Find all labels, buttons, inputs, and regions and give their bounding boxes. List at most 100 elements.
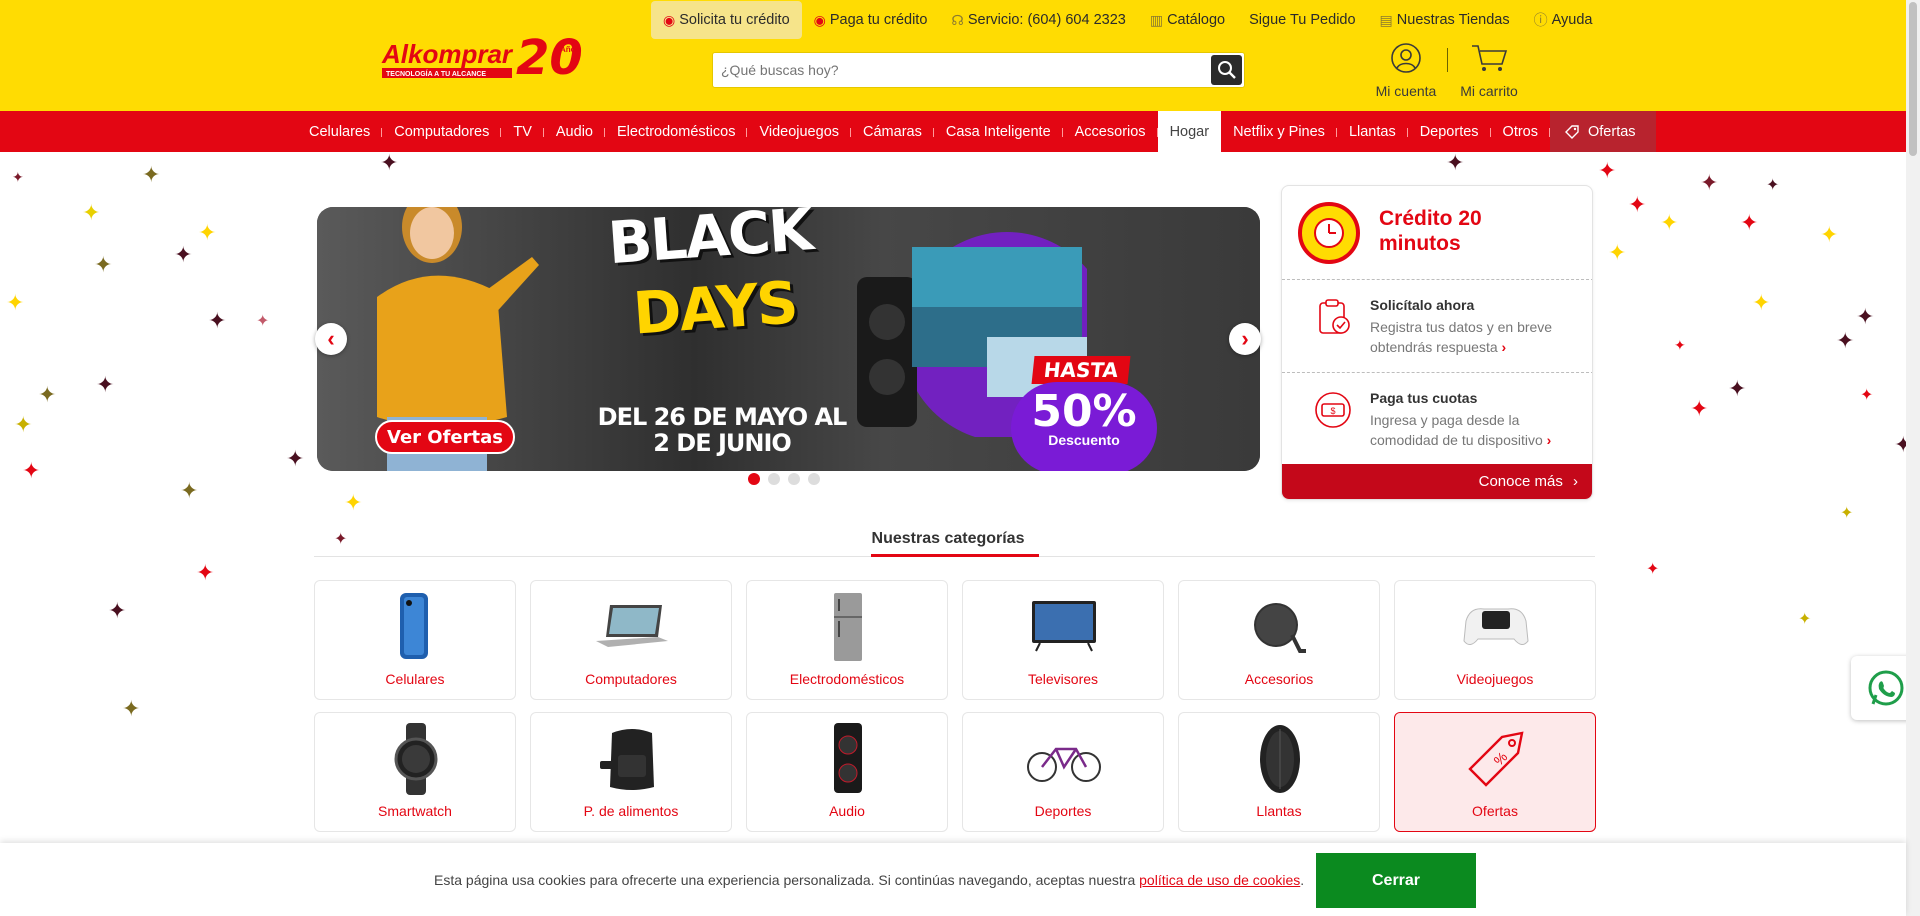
- category-computadores[interactable]: Computadores: [530, 580, 732, 700]
- star-decoration: ✦: [198, 220, 217, 245]
- category-label: Celulares: [385, 671, 445, 687]
- category-celulares[interactable]: Celulares: [314, 580, 516, 700]
- conoce-mas-button[interactable]: Conoce más ›: [1282, 464, 1592, 499]
- star-decoration: ✦: [12, 169, 24, 185]
- nav-item-netflix-pines[interactable]: Netflix y Pines: [1221, 111, 1337, 152]
- carousel-prev-button[interactable]: ‹: [315, 323, 347, 355]
- toplink-paga-credito[interactable]: ◉ Paga tu crédito: [802, 1, 940, 39]
- money-icon: $: [1315, 392, 1351, 428]
- credit-item-desc: Ingresa y paga desde la comodidad de tu …: [1370, 410, 1585, 450]
- promo-dates: DEL 26 DE MAYO AL 2 DE JUNIO: [597, 404, 848, 456]
- toplink-sigue-pedido[interactable]: Sigue Tu Pedido: [1237, 1, 1367, 39]
- cart-label: Mi carrito: [1460, 83, 1518, 99]
- smartphone-icon: [400, 593, 428, 659]
- search-button[interactable]: [1211, 55, 1242, 85]
- nav-item-camaras[interactable]: Cámaras: [851, 111, 934, 152]
- nav-item-accesorios[interactable]: Accesorios: [1063, 111, 1158, 152]
- category-llantas[interactable]: Llantas: [1178, 712, 1380, 832]
- toplink-label: Servicio: (604) 604 2323: [967, 12, 1126, 28]
- category-smartwatch[interactable]: Smartwatch: [314, 712, 516, 832]
- star-decoration: ✦: [1690, 396, 1709, 421]
- cookie-policy-link[interactable]: política de uso de cookies: [1139, 872, 1300, 888]
- search-bar: [712, 52, 1245, 88]
- category-televisores[interactable]: Televisores: [962, 580, 1164, 700]
- credit-item-title: Paga tus cuotas: [1370, 390, 1478, 406]
- main-nav: Celulares Computadores TV Audio Electrod…: [0, 111, 1920, 152]
- cookie-message-text: Esta página usa cookies para ofrecerte u…: [434, 872, 1136, 888]
- nav-item-ofertas[interactable]: Ofertas: [1550, 111, 1656, 152]
- gamepad-icon: [1463, 608, 1529, 645]
- smartwatch-icon: [394, 723, 438, 795]
- nav-item-computadores[interactable]: Computadores: [382, 111, 502, 152]
- carousel-dot-1[interactable]: [748, 473, 760, 485]
- account-link[interactable]: Mi cuenta: [1361, 42, 1451, 99]
- alkomprar-logo[interactable]: Alkomprar TECNOLOGÍA A TU ALCANCE 20 Año…: [380, 26, 592, 88]
- whatsapp-icon: [1868, 670, 1903, 706]
- nav-item-tv[interactable]: TV: [501, 111, 544, 152]
- nav-item-celulares[interactable]: Celulares: [297, 111, 383, 152]
- toplink-ayuda[interactable]: ⓘ Ayuda: [1522, 1, 1605, 39]
- category-label: Videojuegos: [1456, 671, 1534, 687]
- cookie-close-button[interactable]: Cerrar: [1316, 853, 1476, 908]
- category-videojuegos[interactable]: Videojuegos: [1394, 580, 1596, 700]
- star-decoration: ✦: [22, 458, 41, 483]
- search-input[interactable]: [721, 59, 1201, 81]
- star-decoration: ✦: [1740, 210, 1759, 235]
- carousel-next-button[interactable]: ›: [1229, 323, 1261, 355]
- category-audio[interactable]: Audio: [746, 712, 948, 832]
- user-icon: [1391, 43, 1421, 73]
- nav-item-llantas[interactable]: Llantas: [1337, 111, 1408, 152]
- categories-title: Nuestras categorías: [871, 530, 1025, 547]
- star-decoration: ✦: [380, 150, 399, 175]
- nav-item-videojuegos[interactable]: Videojuegos: [747, 111, 851, 152]
- category-accesorios[interactable]: Accesorios: [1178, 580, 1380, 700]
- nav-item-casa-inteligente[interactable]: Casa Inteligente: [934, 111, 1063, 152]
- star-decoration: ✦: [1608, 240, 1627, 265]
- category-deportes[interactable]: Deportes: [962, 712, 1164, 832]
- hasta-label: HASTA: [1031, 356, 1131, 384]
- carousel-dot-2[interactable]: [768, 473, 780, 485]
- category-ofertas[interactable]: % Ofertas: [1394, 712, 1596, 832]
- nav-item-electrodomesticos[interactable]: Electrodomésticos: [605, 111, 748, 152]
- toplink-tiendas[interactable]: ▤ Nuestras Tiendas: [1368, 1, 1522, 39]
- toplink-servicio[interactable]: ☊ Servicio: (604) 604 2323: [939, 1, 1137, 39]
- nav-item-hogar[interactable]: Hogar: [1157, 111, 1222, 152]
- star-decoration: ✦: [108, 598, 127, 623]
- category-p-alimentos[interactable]: P. de alimentos: [530, 712, 732, 832]
- star-decoration: ✦: [1798, 611, 1812, 628]
- categories-underline: [871, 554, 1039, 557]
- category-electrodomesticos[interactable]: Electrodomésticos: [746, 580, 948, 700]
- star-decoration: ✦: [1446, 150, 1465, 175]
- clipboard-check-icon: [1319, 299, 1350, 334]
- credit-item-solicitalo[interactable]: Solicítalo ahora Registra tus datos y en…: [1282, 279, 1592, 372]
- discount-badge: 50% Descuento: [1011, 382, 1157, 471]
- air-fryer-icon: [600, 729, 654, 790]
- nav-item-audio[interactable]: Audio: [544, 111, 606, 152]
- nav-item-otros[interactable]: Otros: [1491, 111, 1551, 152]
- credit-badge-icon: ◉: [663, 11, 676, 28]
- chevron-right-icon: ›: [1546, 432, 1552, 448]
- carousel-dot-4[interactable]: [808, 473, 820, 485]
- credit-panel: Crédito 20 minutos Solicítalo ahora Regi…: [1281, 185, 1593, 500]
- credit-item-desc: Registra tus datos y en breve obtendrás …: [1370, 317, 1585, 357]
- toplink-solicita-credito[interactable]: ◉ Solicita tu crédito: [651, 1, 802, 39]
- star-decoration: ✦: [1660, 210, 1679, 235]
- top-links: ◉ Solicita tu crédito ◉ Paga tu crédito ☊ S…: [651, 0, 1604, 40]
- logo-tagline: TECNOLOGÍA A TU ALCANCE: [386, 69, 486, 78]
- toplink-catalogo[interactable]: ▥ Catálogo: [1138, 1, 1237, 39]
- credit-item-title: Solicítalo ahora: [1370, 297, 1475, 313]
- chromecast-icon: [1254, 603, 1306, 653]
- carousel-dot-3[interactable]: [788, 473, 800, 485]
- nav-item-deportes[interactable]: Deportes: [1408, 111, 1491, 152]
- star-decoration: ✦: [1820, 222, 1839, 247]
- star-decoration: ✦: [1766, 177, 1780, 194]
- ver-ofertas-button[interactable]: Ver Ofertas: [375, 420, 515, 454]
- hero-banner[interactable]: BLACK DAYS DEL 26 DE MAYO AL 2 DE JUNIO …: [317, 207, 1260, 471]
- star-decoration: ✦: [180, 478, 199, 503]
- category-label: Smartwatch: [378, 803, 452, 819]
- site-header: Alkomprar TECNOLOGÍA A TU ALCANCE 20 Año…: [0, 0, 1920, 111]
- page-scrollbar-thumb[interactable]: [1909, 2, 1917, 156]
- cart-link[interactable]: Mi carrito: [1444, 42, 1534, 99]
- credit-item-paga-cuotas[interactable]: $ Paga tus cuotas Ingresa y paga desde l…: [1282, 372, 1592, 464]
- star-decoration: ✦: [196, 560, 215, 585]
